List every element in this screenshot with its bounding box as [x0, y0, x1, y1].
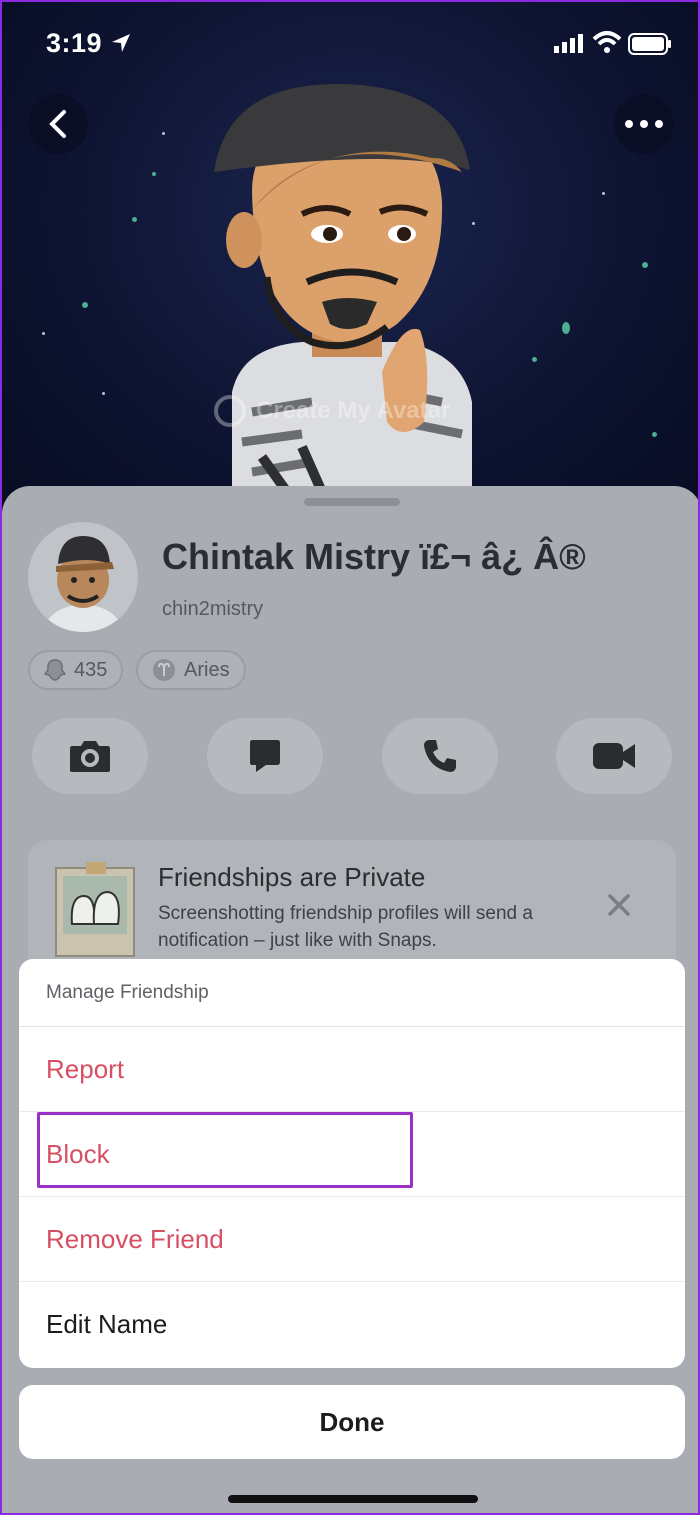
- profile-bitmoji-icon: [43, 536, 123, 632]
- status-time: 3:19: [46, 28, 103, 58]
- sheet-drag-handle[interactable]: [304, 498, 400, 506]
- video-icon: [593, 743, 635, 769]
- zodiac-chip[interactable]: Aries: [136, 650, 246, 690]
- call-button[interactable]: [382, 718, 498, 794]
- phone-screen: Create My Avatar 3:19 Chintak Mistry ï£¬…: [0, 0, 700, 1515]
- done-button[interactable]: Done: [19, 1385, 685, 1459]
- menu-header: Manage Friendship: [19, 959, 685, 1027]
- create-my-avatar-label: Create My Avatar: [256, 397, 451, 424]
- phone-icon: [424, 740, 456, 772]
- video-call-button[interactable]: [556, 718, 672, 794]
- back-button[interactable]: [28, 94, 88, 154]
- friendship-card-title: Friendships are Private: [158, 862, 426, 892]
- friendship-polaroid-icon: [55, 862, 135, 957]
- more-options-button[interactable]: [614, 94, 674, 154]
- wifi-icon: [592, 31, 622, 53]
- zodiac-label: Aries: [184, 658, 230, 681]
- profile-avatar[interactable]: [28, 522, 138, 632]
- manage-friendship-menu: Manage Friendship Report Block Remove Fr…: [19, 959, 685, 1368]
- close-icon[interactable]: [606, 892, 632, 918]
- location-arrow-icon: [112, 34, 130, 52]
- chat-icon: [250, 740, 280, 772]
- block-menu-item[interactable]: Block: [19, 1112, 685, 1197]
- camera-icon: [70, 741, 110, 772]
- edit-name-menu-item[interactable]: Edit Name: [19, 1282, 685, 1367]
- cellular-signal-icon: [554, 34, 583, 53]
- snap-score-value: 435: [74, 658, 108, 681]
- battery-icon: [628, 33, 671, 55]
- report-menu-item[interactable]: Report: [19, 1027, 685, 1112]
- remove-friend-menu-item[interactable]: Remove Friend: [19, 1197, 685, 1282]
- snap-score-chip[interactable]: 435: [28, 650, 124, 690]
- profile-username: chin2mistry: [162, 598, 264, 620]
- home-indicator[interactable]: [228, 1495, 478, 1503]
- chat-button[interactable]: [207, 718, 323, 794]
- ellipsis-icon: [625, 120, 663, 128]
- friendship-card-description: Screenshotting friendship profiles will …: [158, 903, 533, 951]
- profile-display-name: Chintak Mistry ï£¬ â¿ Â®: [162, 536, 586, 577]
- aries-zodiac-icon: [153, 659, 175, 681]
- ghost-icon: [44, 659, 66, 681]
- status-bar: 3:19: [2, 2, 698, 82]
- camera-button[interactable]: [32, 718, 148, 794]
- camera-outline-icon: [214, 395, 246, 427]
- create-my-avatar-button[interactable]: Create My Avatar: [214, 394, 450, 428]
- chevron-left-icon: [49, 110, 66, 138]
